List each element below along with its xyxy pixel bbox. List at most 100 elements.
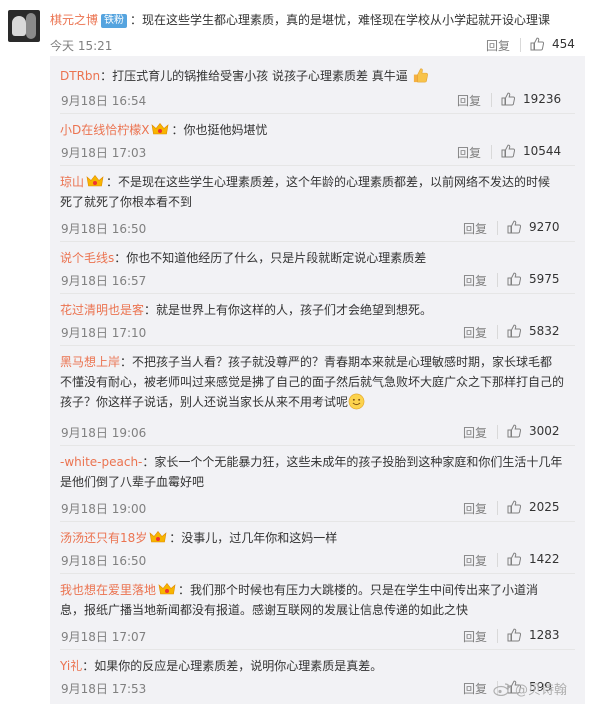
thumbs-up-icon (530, 37, 544, 51)
divider (497, 629, 498, 643)
list-item: 汤汤还只有18岁 ：没事儿，过几年你和这妈一样 9月18日 16:50 回复 14… (50, 522, 585, 574)
divider (497, 273, 498, 287)
reply-username[interactable]: 我也想在爱里落地 (60, 583, 156, 597)
list-item: 小D在线恰柠檬X ：你也挺他妈堪忧 9月18日 17:03 回复 10544 (50, 114, 585, 166)
reply-body: ：你也挺他妈堪忧 (171, 123, 268, 137)
reply-text: 说个毛线s：你也不知道他经历了什么，只是片段就断定说心理素质差 (60, 248, 575, 268)
like-button[interactable]: 19236 (501, 92, 561, 106)
reply-username[interactable]: 小D在线恰柠檬X (60, 123, 149, 137)
watermark: @贝诗翰 (493, 679, 567, 698)
like-button[interactable]: 1422 (507, 552, 560, 566)
thumbs-up-icon (507, 628, 521, 642)
like-count: 1422 (529, 552, 560, 566)
vip-crown-icon (158, 583, 176, 595)
like-count: 10544 (523, 144, 562, 158)
reply-date: 9月18日 16:50 (61, 222, 147, 236)
reply-body: ：不是现在这些学生心理素质差，这个年龄的心理素质都差，以前网络不发达的时候 (106, 175, 551, 189)
like-button[interactable]: 5832 (507, 324, 560, 338)
reply-username[interactable]: 花过清明也是客 (60, 303, 144, 317)
like-button[interactable]: 2025 (507, 500, 560, 514)
reply-body: ：你也不知道他经历了什么，只是片段就断定说心理素质差 (114, 251, 427, 265)
reply-button[interactable]: 回复 (463, 680, 487, 697)
thumbs-up-icon (507, 424, 521, 438)
like-button[interactable]: 3002 (507, 424, 560, 438)
reply-button[interactable]: 回复 (463, 628, 487, 645)
main-comment-body: ：现在这些学生都心理素质，真的是堪忧，难怪现在学校从小学起就开设心理课 (130, 13, 551, 27)
like-button[interactable]: 454 (530, 37, 575, 51)
reply-body-continued: 死了就死了你根本看不到 (60, 195, 193, 209)
reply-date: 9月18日 16:50 (61, 554, 147, 568)
reply-date: 9月18日 19:06 (61, 426, 147, 440)
list-item: 花过清明也是客：就是世界上有你这样的人，孩子们才会绝望到想死。 9月18日 17… (50, 294, 585, 346)
divider (491, 145, 492, 159)
reply-username[interactable]: 琼山 (60, 175, 84, 189)
reply-text: 我也想在爱里落地 ：我们那个时候也有压力大跳楼的。只是在学生中间传出来了小道消 息… (60, 580, 575, 620)
main-comment-username[interactable]: 棋元之博 (50, 13, 98, 27)
list-item: -white-peach-：家长一个个无能暴力狂，这些未成年的孩子投胎到这种家庭… (50, 446, 585, 522)
reply-text: DTRbn：打压式育儿的锅推给受害小孩 说孩子心理素质差 真牛逼 (60, 66, 575, 86)
reply-date: 9月18日 17:53 (61, 682, 147, 696)
like-count: 2025 (529, 500, 560, 514)
reply-button[interactable]: 回复 (457, 92, 481, 109)
divider (497, 501, 498, 515)
reply-text: 小D在线恰柠檬X ：你也挺他妈堪忧 (60, 120, 575, 140)
main-comment: 棋元之博 铁粉 ：现在这些学生都心理素质，真的是堪忧，难怪现在学校从小学起就开设心理… (0, 0, 591, 56)
thumbs-up-icon (507, 552, 521, 566)
thumbs-up-icon (507, 324, 521, 338)
reply-text: 黑马想上岸：不把孩子当人看？孩子就没尊严的？青春期本来就是心理敏感时期，家长球毛… (60, 352, 575, 412)
reply-username[interactable]: -white-peach- (60, 455, 142, 469)
vip-crown-icon (149, 531, 167, 543)
avatar[interactable] (8, 10, 40, 42)
reply-button[interactable]: 回复 (486, 37, 510, 54)
divider (491, 93, 492, 107)
smile-emoji-icon (348, 393, 365, 410)
reply-text: Yi礼：如果你的反应是心理素质差，说明你心理素质是真差。 (60, 656, 575, 676)
reply-date: 9月18日 16:54 (61, 94, 147, 108)
list-item: 我也想在爱里落地 ：我们那个时候也有压力大跳楼的。只是在学生中间传出来了小道消 息… (50, 574, 585, 650)
list-item: 琼山 ：不是现在这些学生心理素质差，这个年龄的心理素质都差，以前网络不发达的时候 … (50, 166, 585, 242)
list-item: 说个毛线s：你也不知道他经历了什么，只是片段就断定说心理素质差 9月18日 16… (50, 242, 585, 294)
like-button[interactable]: 10544 (501, 144, 561, 158)
reply-body-continued: 息，报纸广播当地新闻都没有报道。感谢互联网的发展让信息传递的如此之快 (60, 603, 469, 617)
like-count: 9270 (529, 220, 560, 234)
reply-date: 9月18日 19:00 (61, 502, 147, 516)
reply-username[interactable]: Yi礼 (60, 659, 82, 673)
reply-button[interactable]: 回复 (463, 272, 487, 289)
main-comment-text: 棋元之博 铁粉 ：现在这些学生都心理素质，真的是堪忧，难怪现在学校从小学起就开设心理… (50, 11, 585, 29)
reply-body: ：不把孩子当人看？孩子就没尊严的？青春期本来就是心理敏感时期，家长球毛都 (120, 355, 553, 369)
reply-button[interactable]: 回复 (463, 324, 487, 341)
list-item: 黑马想上岸：不把孩子当人看？孩子就没尊严的？青春期本来就是心理敏感时期，家长球毛… (50, 346, 585, 446)
like-count: 1283 (529, 628, 560, 642)
vip-crown-icon (86, 175, 104, 187)
reply-text: 琼山 ：不是现在这些学生心理素质差，这个年龄的心理素质都差，以前网络不发达的时候 … (60, 172, 575, 212)
like-button[interactable]: 5975 (507, 272, 560, 286)
like-count: 454 (552, 37, 575, 51)
reply-username[interactable]: 说个毛线s (60, 251, 114, 265)
reply-body-continued: 不懂没有耐心，被老师叫过来感觉是拂了自己的面子然后就气急败坏大庭广众之下那样打自… (60, 375, 565, 389)
like-button[interactable]: 9270 (507, 220, 560, 234)
reply-text: 花过清明也是客：就是世界上有你这样的人，孩子们才会绝望到想死。 (60, 300, 575, 320)
reply-username[interactable]: 汤汤还只有18岁 (60, 531, 147, 545)
divider (497, 553, 498, 567)
like-count: 3002 (529, 424, 560, 438)
reply-username[interactable]: DTRbn (60, 69, 100, 83)
list-item: DTRbn：打压式育儿的锅推给受害小孩 说孩子心理素质差 真牛逼 9月18日 1… (50, 56, 585, 114)
reply-button[interactable]: 回复 (463, 500, 487, 517)
reply-button[interactable]: 回复 (457, 144, 481, 161)
reply-username[interactable]: 黑马想上岸 (60, 355, 120, 369)
reply-button[interactable]: 回复 (463, 424, 487, 441)
thumbs-up-emoji-icon (413, 68, 428, 83)
like-button[interactable]: 1283 (507, 628, 560, 642)
like-count: 5832 (529, 324, 560, 338)
main-comment-time: 今天 15:21 (50, 39, 113, 53)
reply-body-continued: 是他们倒了八辈子血霉好吧 (60, 475, 205, 489)
thumbs-up-icon (507, 220, 521, 234)
watermark-text: @贝诗翰 (514, 683, 567, 698)
reply-button[interactable]: 回复 (463, 220, 487, 237)
reply-body-continued: 孩子？你这样子说话，别人还说当家长从来不用考试呢 (60, 395, 349, 409)
reply-date: 9月18日 17:10 (61, 326, 147, 340)
reply-button[interactable]: 回复 (463, 552, 487, 569)
like-count: 5975 (529, 272, 560, 286)
divider (497, 221, 498, 235)
reply-text: -white-peach-：家长一个个无能暴力狂，这些未成年的孩子投胎到这种家庭… (60, 452, 575, 492)
